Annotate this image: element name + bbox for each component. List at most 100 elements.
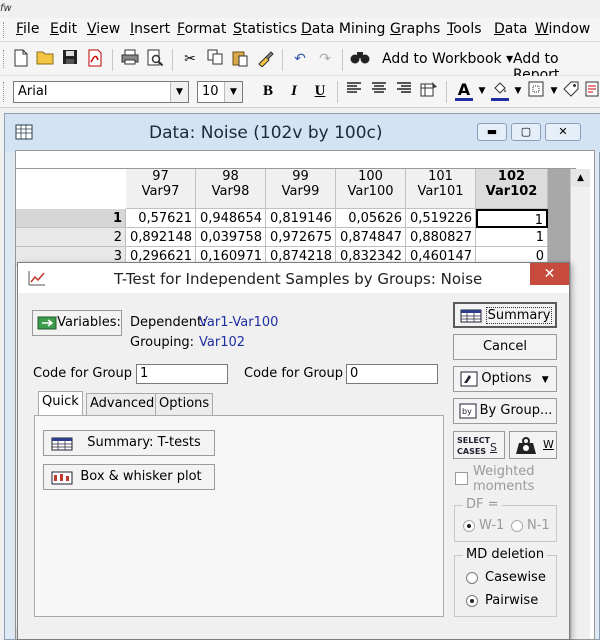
vertical-scrollbar[interactable]: ▲ bbox=[570, 169, 590, 639]
fill-color-icon[interactable] bbox=[490, 80, 510, 100]
menu-insert[interactable]: Insert bbox=[130, 21, 170, 37]
minimize-button[interactable]: ▬ bbox=[477, 123, 507, 141]
weight-icon bbox=[515, 437, 537, 464]
by-group-icon: by bbox=[459, 403, 477, 428]
menu-view[interactable]: View bbox=[87, 21, 120, 37]
summary-button[interactable]: Summary bbox=[453, 302, 557, 328]
chevron-down-icon: ▼ bbox=[541, 375, 549, 385]
table-cell[interactable]: 1 bbox=[476, 228, 548, 247]
menu-data-mining[interactable]: Data Mining bbox=[301, 21, 385, 37]
column-header-var100[interactable]: 100 Var100 bbox=[336, 169, 406, 209]
table-cell[interactable]: 0,819146 bbox=[266, 209, 336, 228]
box-whisker-button[interactable]: Box & whisker plot bbox=[43, 464, 215, 490]
df-n1-radio[interactable] bbox=[511, 520, 523, 532]
highlight-icon[interactable] bbox=[582, 80, 600, 100]
select-cases-button[interactable]: SELECT CASES S bbox=[453, 431, 505, 459]
underline-button[interactable]: U bbox=[310, 81, 330, 101]
print-icon[interactable] bbox=[120, 49, 140, 69]
tab-quick[interactable]: Quick bbox=[38, 391, 83, 415]
table-cell[interactable]: 0,039758 bbox=[196, 228, 266, 247]
italic-button[interactable]: I bbox=[284, 81, 304, 101]
df-n1-label: N-1 bbox=[527, 518, 550, 533]
table-cell[interactable]: 0,892148 bbox=[126, 228, 196, 247]
menu-tools[interactable]: Tools bbox=[447, 21, 482, 37]
column-header-var102[interactable]: 102 Var102 bbox=[476, 169, 548, 209]
column-name: Var100 bbox=[347, 184, 394, 199]
chevron-down-icon[interactable]: ▼ bbox=[508, 81, 528, 101]
cut-icon[interactable]: ✂ bbox=[180, 49, 200, 69]
column-header-var101[interactable]: 101 Var101 bbox=[406, 169, 476, 209]
menu-window[interactable]: Window bbox=[535, 21, 590, 37]
bold-button[interactable]: B bbox=[258, 81, 278, 101]
code-group2-input[interactable]: 0 bbox=[346, 364, 438, 384]
menu-data[interactable]: Data bbox=[494, 21, 527, 37]
copy-icon[interactable] bbox=[205, 49, 225, 69]
df-w1-radio[interactable] bbox=[463, 520, 475, 532]
column-header-var98[interactable]: 98 Var98 bbox=[196, 169, 266, 209]
variables-button[interactable]: Variables: bbox=[32, 310, 122, 336]
options-button[interactable]: Options ▼ bbox=[453, 366, 557, 392]
weighted-line1: Weighted bbox=[473, 464, 535, 479]
table-cell[interactable]: 0,05626 bbox=[336, 209, 406, 228]
weighted-moments-checkbox[interactable] bbox=[455, 472, 468, 485]
table-cell[interactable]: 0,948654 bbox=[196, 209, 266, 228]
tab-advanced[interactable]: Advanced bbox=[86, 393, 159, 415]
table-cell[interactable]: 0,57621 bbox=[126, 209, 196, 228]
chevron-down-icon[interactable]: ▼ bbox=[472, 81, 492, 101]
close-dialog-button[interactable]: ✕ bbox=[530, 263, 569, 285]
undo-icon[interactable]: ↶ bbox=[290, 49, 310, 69]
chevron-down-icon[interactable]: ▼ bbox=[170, 82, 188, 102]
weighted-line2: moments bbox=[473, 479, 535, 494]
summary-ttests-button[interactable]: Summary: T-tests bbox=[43, 430, 215, 456]
selected-cell[interactable]: 1 bbox=[476, 209, 548, 228]
maximize-button[interactable]: ▢ bbox=[511, 123, 541, 141]
align-right-icon[interactable] bbox=[394, 81, 414, 101]
casewise-radio[interactable] bbox=[466, 572, 478, 584]
align-left-icon[interactable] bbox=[344, 81, 364, 101]
table-cell[interactable]: 0,874847 bbox=[336, 228, 406, 247]
dependent-label: Dependent: bbox=[130, 315, 207, 330]
table-cell[interactable]: 0,880827 bbox=[406, 228, 476, 247]
format-painter-icon[interactable] bbox=[255, 49, 275, 69]
redo-icon[interactable]: ↷ bbox=[315, 49, 335, 69]
toolbar-separator bbox=[112, 49, 113, 71]
table-cell[interactable]: 0,519226 bbox=[406, 209, 476, 228]
new-file-icon[interactable] bbox=[11, 49, 31, 69]
menu-file[interactable]: File bbox=[16, 21, 39, 37]
pdf-icon[interactable] bbox=[85, 49, 105, 69]
format-cells-icon[interactable] bbox=[419, 81, 439, 101]
close-window-button[interactable]: ✕ bbox=[545, 123, 581, 141]
row-header[interactable]: 2 bbox=[16, 228, 126, 247]
borders-icon[interactable] bbox=[526, 81, 546, 101]
cancel-button[interactable]: Cancel bbox=[453, 334, 557, 360]
summary-ttests-label: Summary: T-tests bbox=[87, 435, 201, 450]
font-size-select[interactable]: 10 ▼ bbox=[197, 81, 243, 103]
print-preview-icon[interactable] bbox=[145, 49, 165, 69]
weight-button[interactable]: W bbox=[509, 431, 557, 459]
box-plot-icon bbox=[51, 470, 73, 494]
binoculars-icon[interactable] bbox=[350, 49, 370, 69]
scroll-up-arrow-icon[interactable]: ▲ bbox=[571, 169, 590, 187]
menu-edit[interactable]: Edit bbox=[50, 21, 77, 37]
pairwise-radio[interactable] bbox=[466, 595, 478, 607]
table-cell[interactable]: 0,972675 bbox=[266, 228, 336, 247]
column-header-var97[interactable]: 97 Var97 bbox=[126, 169, 196, 209]
font-select[interactable]: Arial ▼ bbox=[13, 81, 189, 103]
align-center-icon[interactable] bbox=[369, 81, 389, 101]
add-to-workbook-button[interactable]: Add to Workbook ▾ bbox=[382, 51, 513, 67]
column-header-var99[interactable]: 99 Var99 bbox=[266, 169, 336, 209]
paste-icon[interactable] bbox=[230, 49, 250, 69]
code-group1-input[interactable]: 1 bbox=[136, 364, 228, 384]
menu-format[interactable]: Format bbox=[177, 21, 226, 37]
open-folder-icon[interactable] bbox=[35, 49, 55, 69]
weighted-moments-label: Weighted moments bbox=[473, 464, 535, 494]
chevron-down-icon[interactable]: ▼ bbox=[224, 82, 242, 102]
label-tag-icon[interactable] bbox=[561, 80, 581, 100]
menu-statistics[interactable]: Statistics bbox=[233, 21, 297, 37]
menu-graphs[interactable]: Graphs bbox=[390, 21, 440, 37]
row-header[interactable]: 1 bbox=[16, 209, 126, 228]
save-icon[interactable] bbox=[60, 49, 80, 69]
font-color-icon[interactable]: A bbox=[454, 80, 474, 100]
by-group-button[interactable]: by By Group... bbox=[453, 398, 557, 424]
tab-options[interactable]: Options bbox=[155, 393, 214, 415]
